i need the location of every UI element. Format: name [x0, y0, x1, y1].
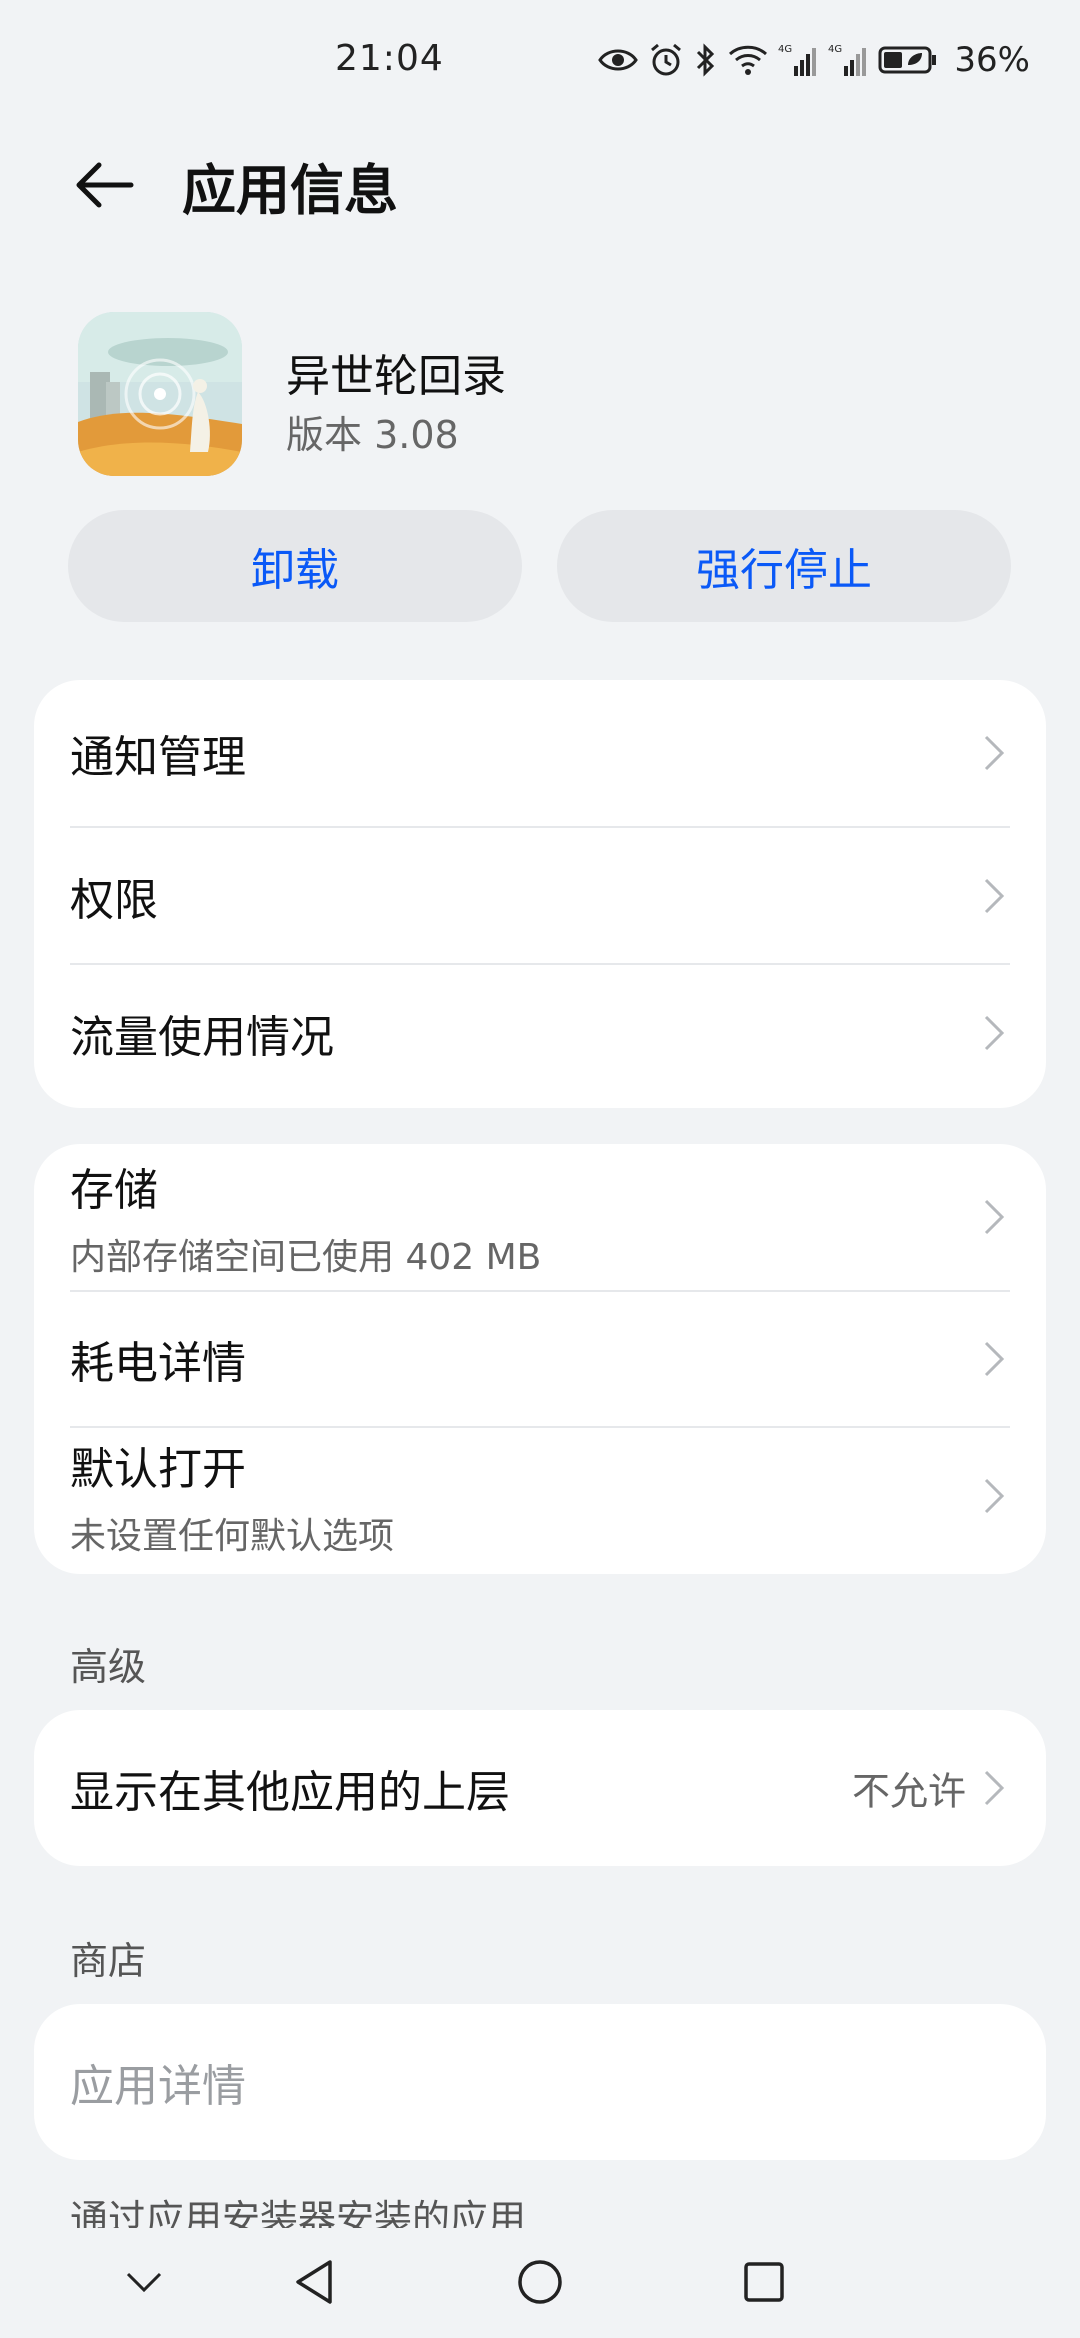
default-open-item[interactable]: 默认打开 未设置任何默认选项 [70, 1428, 1010, 1564]
battery-details-label: 耗电详情 [70, 1338, 246, 1389]
section-label-advanced: 高级 [70, 1645, 147, 1689]
uninstall-button[interactable]: 卸载 [68, 510, 522, 622]
status-bar: 21:04 4G 4G 36% [0, 0, 1080, 120]
alarm-icon [648, 42, 684, 78]
app-icon [78, 312, 242, 476]
nav-recents-button[interactable] [732, 2250, 796, 2314]
display-over-other-apps-item[interactable]: 显示在其他应用的上层 不允许 [70, 1710, 1010, 1866]
svg-text:4G: 4G [828, 44, 842, 55]
chevron-right-icon [984, 878, 1005, 914]
app-details-item[interactable]: 应用详情 [70, 2004, 1010, 2160]
triangle-back-icon [296, 2260, 332, 2304]
wifi-icon [728, 44, 768, 76]
app-name: 异世轮回录 [286, 351, 506, 402]
storage-label: 存储 [70, 1165, 158, 1216]
settings-card-store: 应用详情 [34, 2004, 1046, 2160]
display-over-other-apps-label: 显示在其他应用的上层 [70, 1767, 510, 1818]
chevron-right-icon [984, 1199, 1005, 1235]
section-label-store: 商店 [70, 1939, 147, 1983]
storage-item[interactable]: 存储 内部存储空间已使用 402 MB [70, 1144, 1010, 1290]
circle-home-icon [518, 2260, 562, 2304]
square-recents-icon [744, 2262, 784, 2302]
status-time: 21:04 [335, 38, 444, 79]
app-version: 版本 3.08 [286, 413, 459, 457]
data-usage-item[interactable]: 流量使用情况 [70, 965, 1010, 1101]
chevron-right-icon [984, 1478, 1005, 1514]
chevron-down-icon [126, 2272, 162, 2293]
chevron-right-icon [984, 1770, 1005, 1806]
back-arrow-icon [76, 162, 134, 208]
default-open-status: 未设置任何默认选项 [70, 1516, 395, 1557]
settings-card-advanced: 显示在其他应用的上层 不允许 [34, 1710, 1046, 1866]
settings-card-usage: 存储 内部存储空间已使用 402 MB 耗电详情 默认打开 未设置任何默认选项 [34, 1144, 1046, 1574]
battery-icon [878, 45, 938, 75]
display-over-other-apps-value: 不允许 [851, 1769, 966, 1814]
notification-management-label: 通知管理 [70, 732, 246, 783]
permissions-label: 权限 [70, 875, 158, 926]
force-stop-button[interactable]: 强行停止 [557, 510, 1011, 622]
battery-percent: 36% [954, 40, 1030, 80]
navigation-bar [0, 2230, 1080, 2338]
chevron-right-icon [984, 1015, 1005, 1051]
chevron-right-icon [984, 1341, 1005, 1377]
data-usage-label: 流量使用情况 [70, 1012, 334, 1063]
svg-text:4G: 4G [778, 44, 792, 55]
default-open-label: 默认打开 [70, 1444, 246, 1495]
app-details-label: 应用详情 [70, 2061, 246, 2112]
nav-collapse-button[interactable] [112, 2250, 176, 2314]
nav-back-button[interactable] [282, 2250, 346, 2314]
battery-details-item[interactable]: 耗电详情 [70, 1292, 1010, 1426]
page-title: 应用信息 [182, 159, 398, 222]
back-button[interactable] [60, 140, 150, 230]
signal-4g-icon: 4G [778, 42, 818, 78]
signal-4g-icon: 4G [828, 42, 868, 78]
permissions-item[interactable]: 权限 [70, 828, 1010, 964]
eye-icon [598, 46, 639, 74]
chevron-right-icon [984, 735, 1005, 771]
installer-source-text: 通过应用安装器安装的应用 [70, 2197, 527, 2228]
settings-card-general: 通知管理 权限 流量使用情况 [34, 680, 1046, 1108]
bluetooth-icon [694, 42, 718, 78]
notification-management-item[interactable]: 通知管理 [70, 680, 1010, 826]
storage-usage-text: 内部存储空间已使用 402 MB [70, 1237, 542, 1278]
status-icons: 4G 4G 36% [598, 38, 1030, 82]
nav-home-button[interactable] [508, 2250, 572, 2314]
